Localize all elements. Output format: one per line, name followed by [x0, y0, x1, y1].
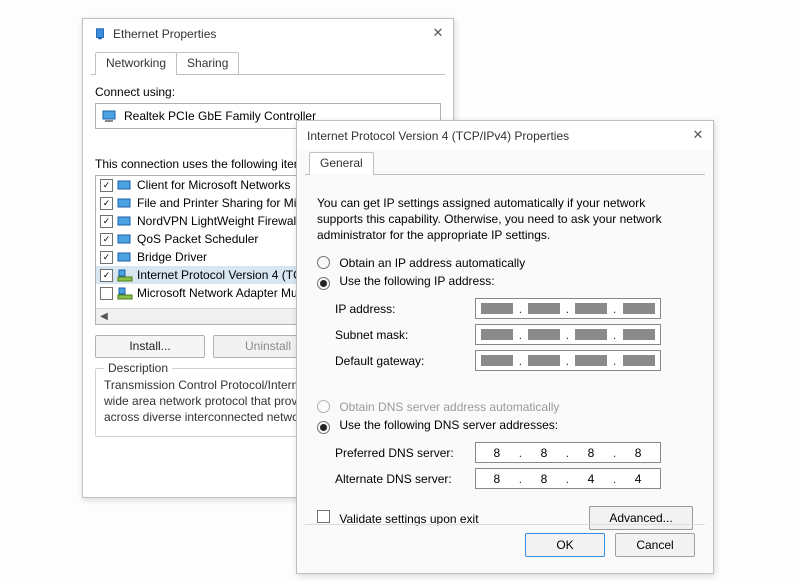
description-legend: Description: [104, 361, 172, 375]
preferred-dns-input[interactable]: 8. 8. 8. 8: [475, 442, 661, 463]
radio-icon: [317, 256, 330, 269]
octet[interactable]: 4: [573, 472, 609, 486]
checkbox-icon[interactable]: [100, 287, 113, 300]
ethernet-icon: [93, 27, 107, 41]
radio-icon: [317, 400, 330, 413]
radio-label: Obtain DNS server address automatically: [339, 400, 559, 414]
checkbox-icon[interactable]: [100, 197, 113, 210]
default-gateway-label: Default gateway:: [335, 354, 475, 368]
list-item-label: Client for Microsoft Networks: [137, 178, 290, 192]
octet[interactable]: 8: [573, 446, 609, 460]
list-item-label: QoS Packet Scheduler: [137, 232, 258, 246]
tabstrip: General: [305, 151, 705, 175]
checkbox-icon[interactable]: [100, 251, 113, 264]
close-icon[interactable]: ✕: [689, 126, 707, 144]
cancel-button[interactable]: Cancel: [615, 533, 695, 557]
service-icon: [117, 178, 133, 192]
window-title: Ethernet Properties: [113, 27, 216, 41]
list-item-label: Bridge Driver: [137, 250, 207, 264]
subnet-mask-input[interactable]: . . .: [475, 324, 661, 345]
tabstrip: Networking Sharing: [91, 51, 445, 75]
radio-label: Use the following DNS server addresses:: [339, 418, 558, 432]
alternate-dns-input[interactable]: 8. 8. 4. 4: [475, 468, 661, 489]
preferred-dns-label: Preferred DNS server:: [335, 446, 475, 460]
subnet-mask-label: Subnet mask:: [335, 328, 475, 342]
octet[interactable]: 8: [621, 446, 657, 460]
protocol-icon: [117, 268, 133, 282]
radio-dns-auto: Obtain DNS server address automatically: [317, 400, 693, 414]
radio-label: Obtain an IP address automatically: [339, 256, 525, 270]
service-icon: [117, 250, 133, 264]
service-icon: [117, 232, 133, 246]
advanced-button[interactable]: Advanced...: [589, 506, 693, 530]
ip-address-label: IP address:: [335, 302, 475, 316]
octet[interactable]: 8: [526, 446, 562, 460]
client-area: General You can get IP settings assigned…: [305, 151, 705, 565]
tab-networking[interactable]: Networking: [95, 52, 177, 75]
install-button[interactable]: Install...: [95, 335, 205, 358]
list-item-label: NordVPN LightWeight Firewall: [137, 214, 299, 228]
octet[interactable]: 8: [479, 446, 515, 460]
alternate-dns-label: Alternate DNS server:: [335, 472, 475, 486]
checkbox-icon[interactable]: [100, 269, 113, 282]
octet[interactable]: 8: [479, 472, 515, 486]
radio-icon: [317, 421, 330, 434]
divider: [305, 524, 705, 525]
nic-icon: [102, 109, 118, 123]
scroll-left-icon[interactable]: ◀: [96, 310, 112, 324]
checkbox-icon[interactable]: [100, 179, 113, 192]
titlebar[interactable]: Ethernet Properties ✕: [83, 19, 453, 49]
ipv4-properties-window: Internet Protocol Version 4 (TCP/IPv4) P…: [296, 120, 714, 574]
titlebar[interactable]: Internet Protocol Version 4 (TCP/IPv4) P…: [297, 121, 713, 151]
window-title: Internet Protocol Version 4 (TCP/IPv4) P…: [307, 129, 569, 143]
checkbox-icon[interactable]: [100, 233, 113, 246]
checkbox-icon[interactable]: [100, 215, 113, 228]
radio-icon: [317, 277, 330, 290]
radio-ip-manual[interactable]: Use the following IP address:: [317, 274, 693, 290]
radio-label: Use the following IP address:: [339, 274, 494, 288]
adapter-name: Realtek PCIe GbE Family Controller: [124, 109, 316, 123]
octet[interactable]: 4: [621, 472, 657, 486]
ip-address-input[interactable]: . . .: [475, 298, 661, 319]
ok-button[interactable]: OK: [525, 533, 605, 557]
service-icon: [117, 196, 133, 210]
service-icon: [117, 214, 133, 228]
tab-sharing[interactable]: Sharing: [176, 52, 239, 74]
protocol-icon: [117, 286, 133, 300]
connect-using-label: Connect using:: [95, 85, 441, 99]
tab-general[interactable]: General: [309, 152, 374, 175]
octet[interactable]: 8: [526, 472, 562, 486]
info-text: You can get IP settings assigned automat…: [317, 195, 693, 244]
default-gateway-input[interactable]: . . .: [475, 350, 661, 371]
radio-ip-auto[interactable]: Obtain an IP address automatically: [317, 256, 693, 270]
close-icon[interactable]: ✕: [429, 24, 447, 42]
checkbox-icon: [317, 510, 330, 523]
radio-dns-manual[interactable]: Use the following DNS server addresses:: [317, 418, 693, 434]
